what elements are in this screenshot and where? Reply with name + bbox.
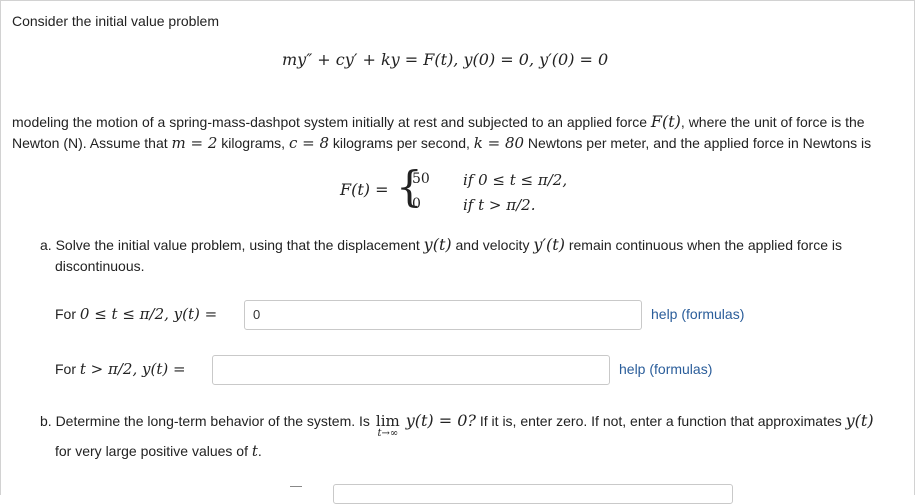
y-variable: y(t) xyxy=(845,411,874,430)
row-label-prefix: For xyxy=(55,306,80,322)
case2-condition: if t > π/2. xyxy=(463,196,536,214)
part-a-line-1: a. Solve the initial value problem, usin… xyxy=(40,235,842,254)
row1-condition: 0 ≤ t ≤ π/2, y(t) = xyxy=(79,305,218,323)
limit-subscript: t→∞ xyxy=(377,428,399,439)
paragraph-text: modeling the motion of a spring-mass-das… xyxy=(12,114,651,130)
part-b-text: b. Determine the long-term behavior of t… xyxy=(40,413,374,429)
case1-condition: if 0 ≤ t ≤ π/2, xyxy=(463,171,568,189)
part-b-text: If it is, enter zero. If not, enter a fu… xyxy=(476,413,846,429)
part-a-text: remain continuous when the applied force… xyxy=(564,237,842,253)
part-b-line-1: b. Determine the long-term behavior of t… xyxy=(40,411,874,439)
part-b-line-2: for very large positive values of t. xyxy=(55,442,262,460)
paragraph-line-1: modeling the motion of a spring-mass-das… xyxy=(12,112,865,131)
mass-value: m = 2 xyxy=(171,134,218,152)
answer-input-2[interactable] xyxy=(212,355,610,385)
paragraph-text: , where the unit of force is the xyxy=(680,114,865,130)
row2-condition: t > π/2, y(t) = xyxy=(79,360,186,378)
part-b-text: . xyxy=(257,443,262,459)
row-label-prefix: For xyxy=(55,361,80,377)
answer-row-1-label: For 0 ≤ t ≤ π/2, y(t) = xyxy=(55,305,217,323)
cut-off-label xyxy=(290,486,302,488)
part-a-line-2: discontinuous. xyxy=(55,258,145,274)
help-formulas-link-2[interactable]: help (formulas) xyxy=(619,361,712,377)
intro-text: Consider the initial value problem xyxy=(12,13,219,29)
paragraph-text: Newton (N). Assume that xyxy=(12,135,172,151)
ivp-equation: my″ + cy′ + ky = F(t), y(0) = 0, y′(0) =… xyxy=(282,50,609,69)
answer-row-2-label: For t > π/2, y(t) = xyxy=(55,360,186,378)
limit-operator: lim t→∞ xyxy=(374,412,402,439)
velocity-variable: y′(t) xyxy=(533,235,565,254)
part-a-text: and velocity xyxy=(451,237,534,253)
case1-value: 50 xyxy=(412,171,430,187)
damping-value: c = 8 xyxy=(288,134,330,152)
answer-input-3[interactable] xyxy=(333,484,733,504)
answer-input-1[interactable]: 0 xyxy=(244,300,642,330)
part-b-text: for very large positive values of xyxy=(55,443,252,459)
limit-expression: y(t) = 0? xyxy=(405,411,476,430)
displacement-variable: y(t) xyxy=(423,235,452,254)
spring-constant-value: k = 80 xyxy=(473,134,525,152)
paragraph-text: kilograms, xyxy=(217,135,289,151)
part-a-text: a. Solve the initial value problem, usin… xyxy=(40,237,424,253)
force-variable: F(t) xyxy=(650,112,681,131)
paragraph-line-2: Newton (N). Assume that m = 2 kilograms,… xyxy=(12,134,871,152)
piecewise-lhs: F(t) = xyxy=(340,180,389,199)
case2-value: 0 xyxy=(412,196,421,212)
paragraph-text: kilograms per second, xyxy=(329,135,474,151)
paragraph-text: Newtons per meter, and the applied force… xyxy=(524,135,872,151)
help-formulas-link-1[interactable]: help (formulas) xyxy=(651,306,744,322)
